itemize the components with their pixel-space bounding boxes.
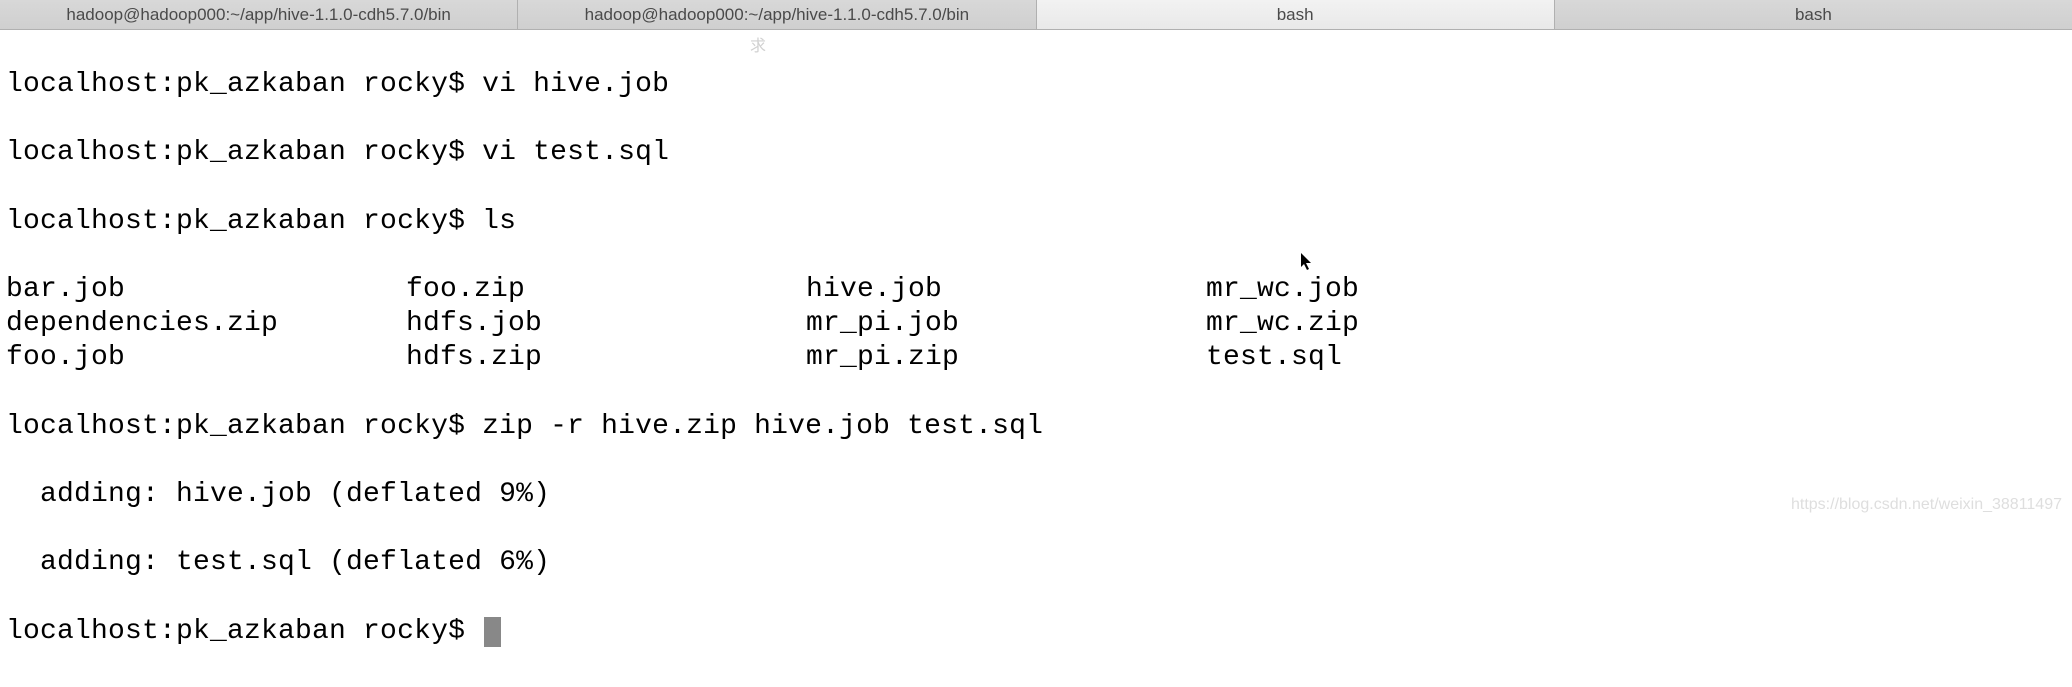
tab-bar: hadoop@hadoop000:~/app/hive-1.1.0-cdh5.7… <box>0 0 2072 30</box>
zip-output: adding: hive.job (deflated 9%) <box>6 478 2066 512</box>
watermark-url: https://blog.csdn.net/weixin_38811497 <box>1791 496 2062 514</box>
command-text: vi test.sql <box>482 137 669 168</box>
tab-2[interactable]: hadoop@hadoop000:~/app/hive-1.1.0-cdh5.7… <box>518 0 1036 29</box>
zip-output: adding: test.sql (deflated 6%) <box>6 546 2066 580</box>
prompt: localhost:pk_azkaban rocky$ <box>6 616 482 647</box>
ls-file: hive.job <box>806 273 1206 307</box>
tab-4[interactable]: bash <box>1555 0 2072 29</box>
ls-file: foo.job <box>6 341 406 375</box>
prompt: localhost:pk_azkaban rocky$ <box>6 137 482 168</box>
ls-file: hdfs.zip <box>406 341 806 375</box>
command-text: ls <box>482 206 516 237</box>
ls-file: mr_pi.zip <box>806 341 1206 375</box>
ls-file: foo.zip <box>406 273 806 307</box>
terminal-output[interactable]: localhost:pk_azkaban rocky$ vi hive.job … <box>0 30 2072 687</box>
command-text: vi hive.job <box>482 69 669 100</box>
ls-file: mr_wc.zip <box>1206 307 1606 341</box>
command-text: zip -r hive.zip hive.job test.sql <box>482 411 1043 442</box>
cursor-block <box>484 617 501 647</box>
prompt: localhost:pk_azkaban rocky$ <box>6 206 482 237</box>
tab-1[interactable]: hadoop@hadoop000:~/app/hive-1.1.0-cdh5.7… <box>0 0 518 29</box>
tab-3[interactable]: bash <box>1037 0 1555 29</box>
ls-file: dependencies.zip <box>6 307 406 341</box>
ls-file: test.sql <box>1206 341 1606 375</box>
ls-file: bar.job <box>6 273 406 307</box>
ls-listing: bar.job foo.zip hive.job mr_wc.job depen… <box>6 273 2066 375</box>
watermark-text: 求 <box>750 32 768 56</box>
prompt: localhost:pk_azkaban rocky$ <box>6 69 482 100</box>
prompt: localhost:pk_azkaban rocky$ <box>6 411 482 442</box>
ls-file: hdfs.job <box>406 307 806 341</box>
ls-file: mr_pi.job <box>806 307 1206 341</box>
ls-file: mr_wc.job <box>1206 273 1606 307</box>
